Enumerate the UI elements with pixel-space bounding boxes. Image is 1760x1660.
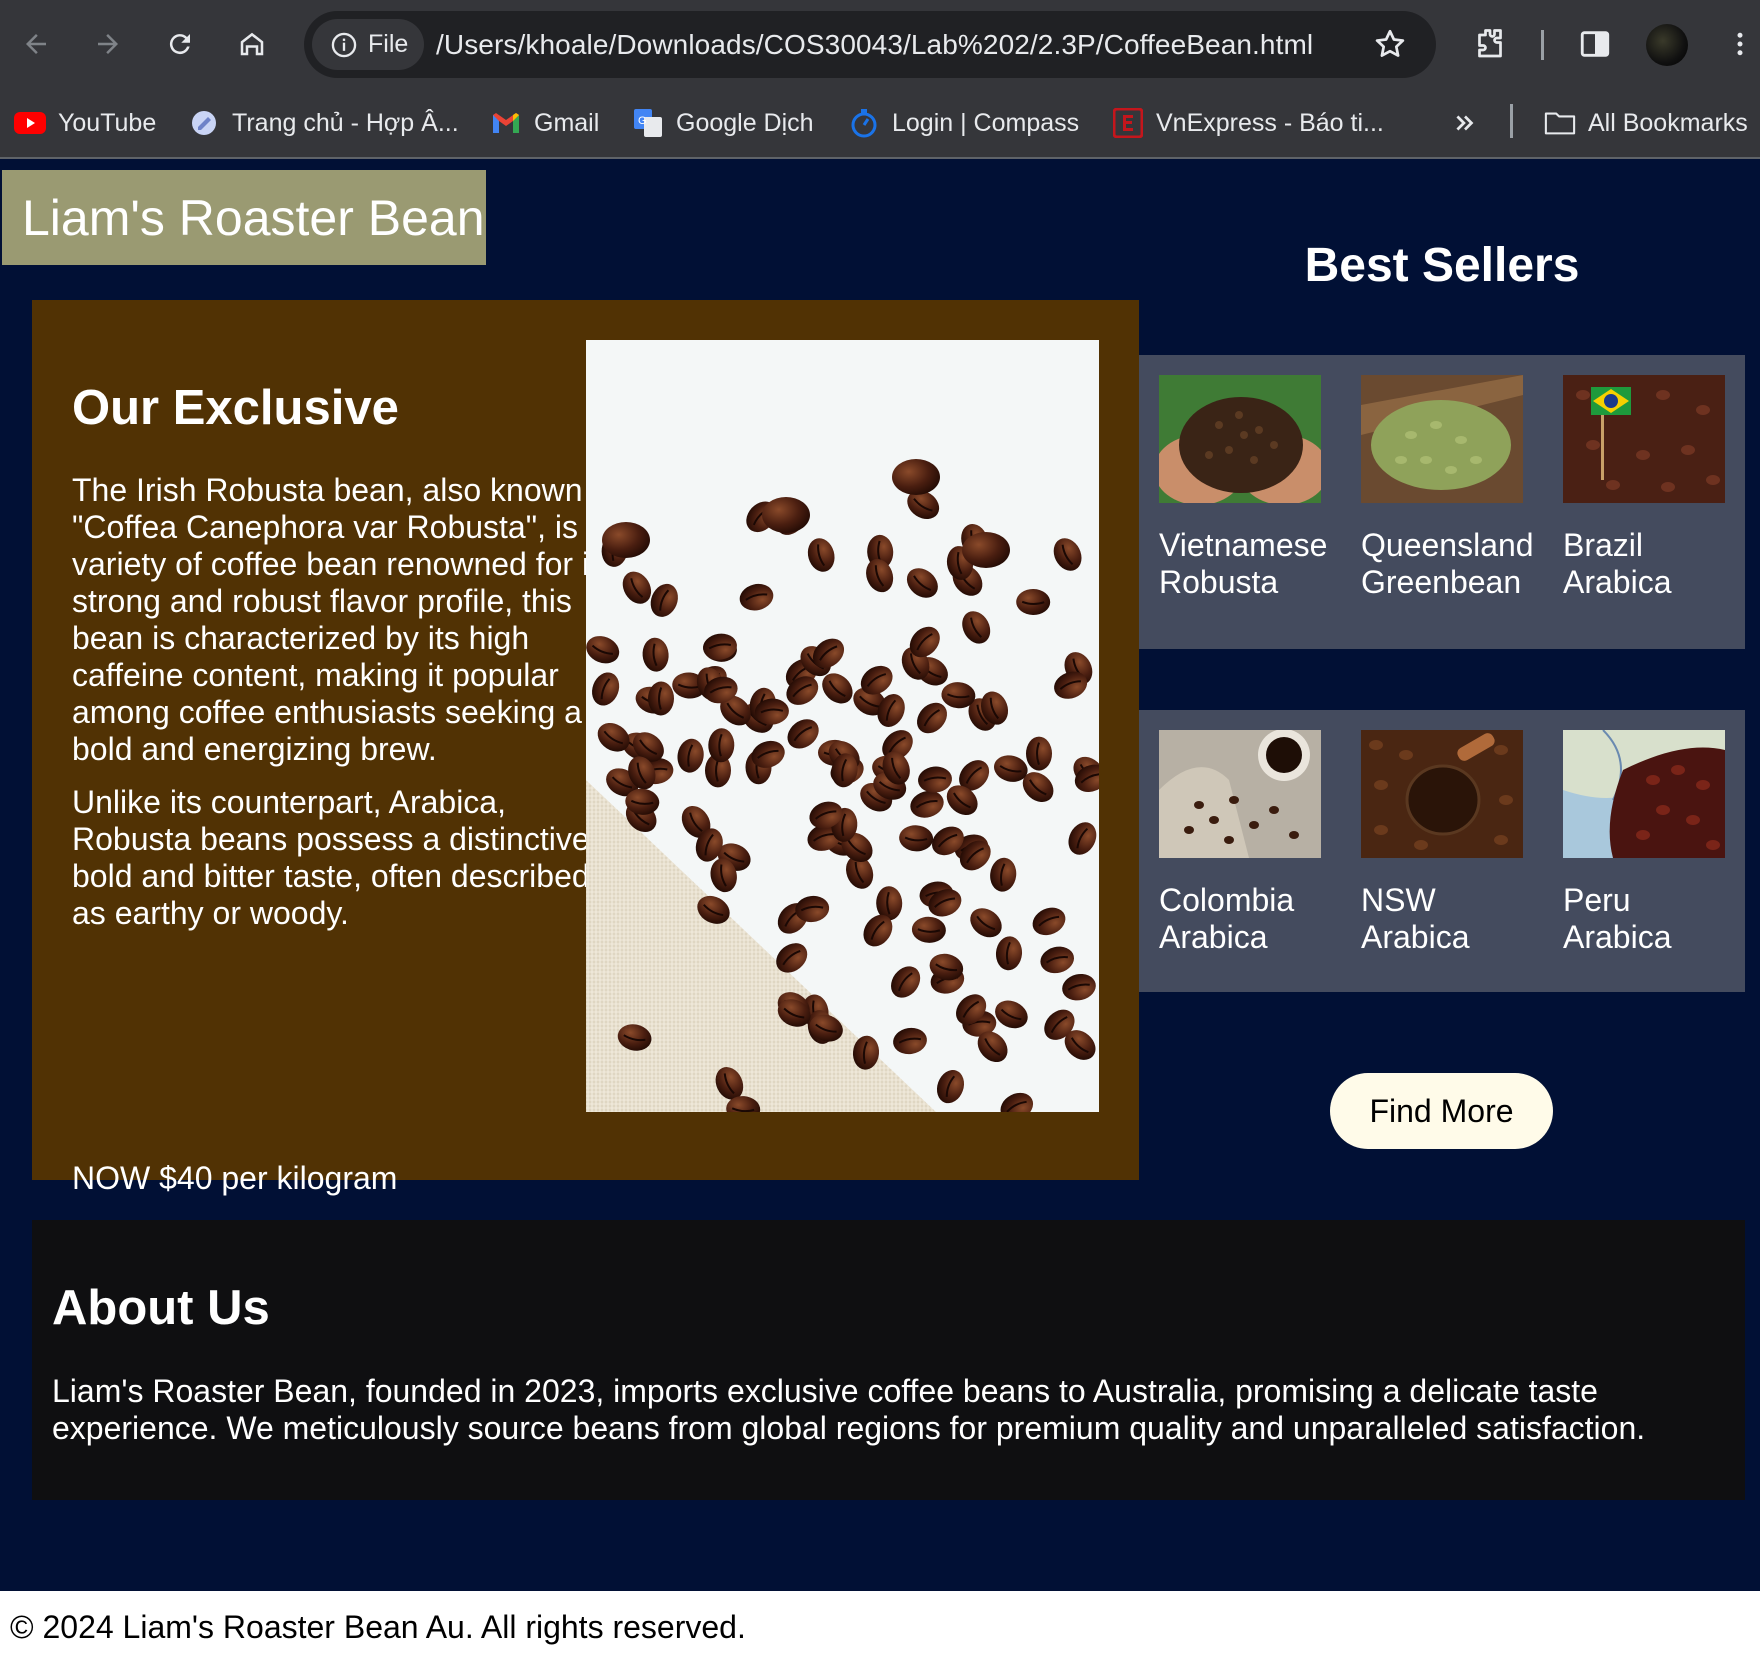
product-name-line-1: NSW (1361, 882, 1436, 918)
about-section: About Us Liam's Roaster Bean, founded in… (32, 1220, 1745, 1500)
product-name-line-1: Vietnamese (1159, 527, 1328, 563)
arrow-left-icon (26, 34, 46, 54)
product-name-line-2: Robusta (1159, 564, 1279, 600)
exclusive-section: Our Exclusive The Irish Robusta bean, al… (32, 300, 1139, 1196)
best-sellers-row-1: Vietnamese Robusta Queensland Greenbean (1139, 355, 1745, 649)
more-bookmarks-button[interactable] (1452, 102, 1478, 144)
best-sellers-row-2: Colombia Arabica NSW Arabica Peru Arabic… (1139, 710, 1745, 992)
product-image-queensland-greenbean (1361, 375, 1523, 503)
product-name-line-2: Arabica (1563, 564, 1672, 600)
address-bar[interactable]: File /Users/khoale/Downloads/COS30043/La… (304, 11, 1436, 78)
product-name-line-2: Arabica (1361, 919, 1470, 955)
bookmark-trang-chu[interactable]: Trang chủ - Hợp Â... (188, 102, 459, 144)
product-image-brazil-arabica (1563, 375, 1725, 503)
reload-button[interactable] (156, 20, 204, 68)
product-card-nsw-arabica[interactable]: NSW Arabica (1361, 730, 1523, 956)
youtube-icon (14, 107, 46, 139)
product-name: NSW Arabica (1361, 882, 1523, 956)
site-chip-label: File (368, 30, 409, 58)
product-image-colombia-arabica (1159, 730, 1321, 858)
product-image-vietnamese-robusta (1159, 375, 1321, 503)
product-name: Brazil Arabica (1563, 527, 1725, 601)
bookmark-gmail[interactable]: Gmail (490, 102, 599, 144)
side-panel-icon (1580, 31, 1610, 57)
product-card-colombia-arabica[interactable]: Colombia Arabica (1159, 730, 1321, 956)
home-icon (240, 32, 264, 56)
product-name-line-1: Queensland (1361, 527, 1534, 563)
footer-copyright: © 2024 Liam's Roaster Bean Au. All right… (10, 1609, 746, 1645)
product-name: Queensland Greenbean (1361, 527, 1534, 601)
arrow-right-icon (98, 34, 118, 54)
product-name-line-2: Arabica (1159, 919, 1268, 955)
site-info-chip[interactable]: File (312, 19, 424, 70)
exclusive-description: The Irish Robusta bean, also known as "C… (72, 472, 632, 948)
bookmarks-divider (1510, 104, 1513, 138)
coffee-beans-image (586, 340, 1099, 1112)
bookmark-compass[interactable]: Login | Compass (848, 102, 1079, 144)
side-panel-button[interactable] (1573, 22, 1617, 66)
bookmark-label: Trang chủ - Hợp Â... (232, 108, 459, 137)
bookmark-youtube[interactable]: YouTube (14, 102, 156, 144)
info-icon (331, 32, 357, 57)
browser-menu-button[interactable] (1718, 22, 1760, 66)
reload-icon (169, 34, 190, 55)
product-card-peru-arabica[interactable]: Peru Arabica (1563, 730, 1725, 956)
product-name-line-1: Colombia (1159, 882, 1295, 918)
all-bookmarks-button[interactable]: All Bookmarks (1544, 102, 1748, 144)
find-more-button[interactable]: Find More (1330, 1073, 1553, 1149)
gmail-icon (490, 107, 522, 139)
product-image-peru-arabica (1563, 730, 1725, 858)
url-text[interactable]: /Users/khoale/Downloads/COS30043/Lab%202… (436, 29, 1313, 61)
compass-icon (848, 107, 880, 139)
bookmark-label: Gmail (534, 108, 600, 137)
product-card-vietnamese-robusta[interactable]: Vietnamese Robusta (1159, 375, 1328, 601)
home-button[interactable] (228, 20, 276, 68)
toolbar-divider (1541, 30, 1544, 60)
product-name: Colombia Arabica (1159, 882, 1321, 956)
site-title: Liam's Roaster Bean (2, 170, 486, 265)
exclusive-paragraph-2: Unlike its counterpart, Arabica, Robusta… (72, 784, 613, 931)
back-button[interactable] (12, 20, 60, 68)
profile-avatar[interactable] (1646, 24, 1688, 66)
product-image-nsw-arabica (1361, 730, 1523, 858)
forward-button[interactable] (84, 20, 132, 68)
double-chevron-right-icon (1456, 115, 1474, 131)
browser-toolbar: File /Users/khoale/Downloads/COS30043/La… (0, 0, 1760, 90)
bookmark-label: Login | Compass (892, 108, 1080, 137)
product-name-line-2: Greenbean (1361, 564, 1522, 600)
exclusive-heading: Our Exclusive (72, 381, 399, 435)
exclusive-paragraph-1: The Irish Robusta bean, also known as "C… (72, 472, 626, 767)
bookmarks-bar: YouTube Trang chủ - Hợp Â... Gmail G Goo… (0, 90, 1760, 159)
footer: © 2024 Liam's Roaster Bean Au. All right… (0, 1591, 1760, 1660)
bookmark-label: YouTube (58, 108, 157, 137)
bookmark-label: VnExpress - Báo ti... (1156, 108, 1384, 137)
bookmark-label: Google Dịch (676, 108, 814, 137)
best-sellers-heading: Best Sellers (1304, 239, 1580, 292)
about-text: Liam's Roaster Bean, founded in 2023, im… (52, 1373, 1646, 1446)
all-bookmarks-label: All Bookmarks (1588, 108, 1748, 137)
folder-icon (1544, 107, 1576, 139)
bookmark-star-icon[interactable] (1372, 26, 1408, 62)
product-card-queensland-greenbean[interactable]: Queensland Greenbean (1361, 375, 1534, 601)
product-name-line-2: Arabica (1563, 919, 1672, 955)
about-heading: About Us (52, 1281, 270, 1335)
product-name-line-1: Peru (1563, 882, 1631, 918)
product-name: Vietnamese Robusta (1159, 527, 1328, 601)
exclusive-price: NOW $40 per kilogram (72, 1160, 398, 1196)
svg-text:G: G (638, 115, 647, 127)
vnexpress-icon (1112, 107, 1144, 139)
puzzle-icon (1478, 29, 1502, 58)
web-page: Liam's Roaster Bean Our Exclusive The Ir… (0, 159, 1760, 1591)
product-card-brazil-arabica[interactable]: Brazil Arabica (1563, 375, 1725, 601)
product-name: Peru Arabica (1563, 882, 1725, 956)
bookmark-google-translate[interactable]: G Google Dịch (632, 102, 814, 144)
site-icon (188, 107, 220, 139)
product-name-line-1: Brazil (1563, 527, 1644, 563)
more-vertical-icon (1737, 32, 1743, 56)
bookmark-vnexpress[interactable]: VnExpress - Báo ti... (1112, 102, 1384, 144)
extensions-button[interactable] (1468, 22, 1512, 66)
google-translate-icon: G (632, 107, 664, 139)
